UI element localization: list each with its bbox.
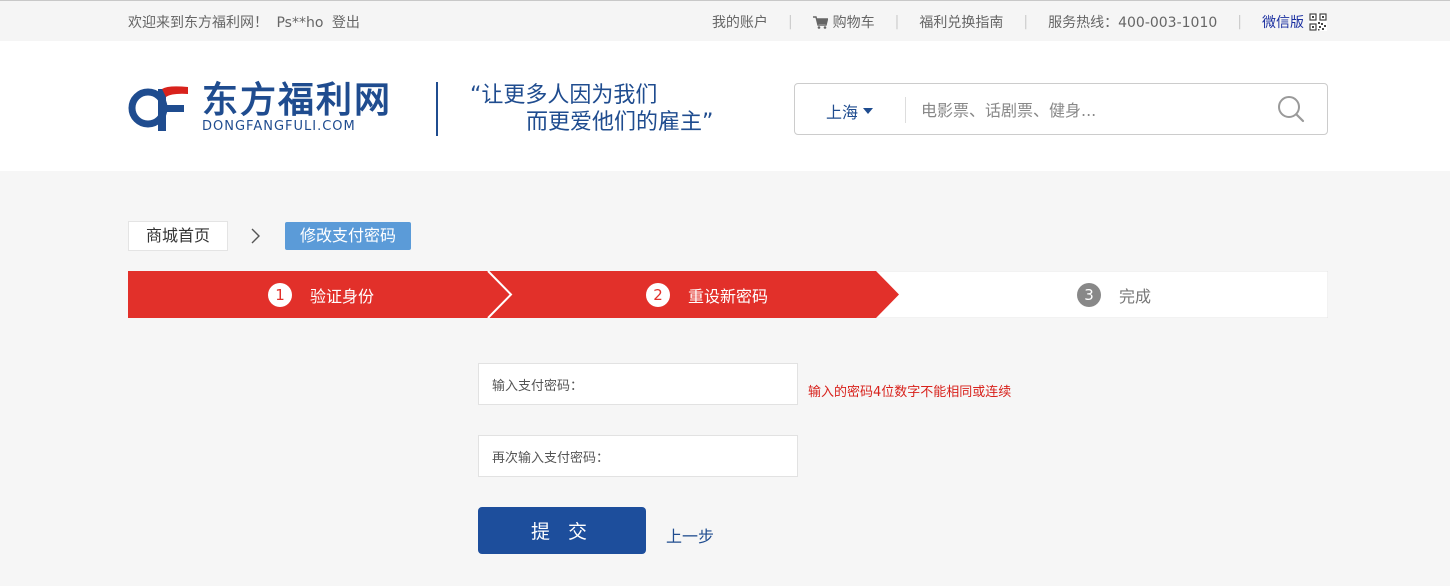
logout-link[interactable]: 登出 xyxy=(332,15,360,31)
guide-link[interactable]: 福利兑换指南 xyxy=(919,12,1003,32)
search-input[interactable] xyxy=(921,98,1261,122)
divider: | xyxy=(1237,14,1242,30)
cart-icon xyxy=(812,15,828,29)
step-3: 3 完成 xyxy=(1077,271,1151,318)
wechat-label: 微信版 xyxy=(1262,15,1304,31)
pay-password-label: 输入支付密码： xyxy=(492,378,584,394)
top-nav: 我的账户 | 购物车 | 福利兑换指南 | 服务热线：400-003-1010 … xyxy=(712,12,1327,32)
search-box: 上海 xyxy=(794,83,1328,135)
step-2-number: 2 xyxy=(646,282,670,307)
confirm-password-label: 再次输入支付密码： xyxy=(492,450,610,466)
confirm-password-field[interactable]: 再次输入支付密码： xyxy=(478,435,798,477)
hotline-text: 服务热线：400-003-1010 xyxy=(1048,15,1218,31)
progress-steps: 1 验证身份 2 重设新密码 3 完成 xyxy=(128,271,1328,318)
site-header: 东方福利网 DONGFANGFULI.COM “让更多人因为我们 而更爱他们的雇… xyxy=(0,41,1450,171)
city-selector[interactable]: 上海 xyxy=(826,99,874,123)
password-hint: 输入的密码4位数字不能相同或连续 xyxy=(808,385,1012,400)
breadcrumb-current: 修改支付密码 xyxy=(285,222,411,250)
chevron-right-icon xyxy=(251,228,260,244)
slogan: “让更多人因为我们 而更爱他们的雇主” xyxy=(470,82,713,136)
qr-code-icon xyxy=(1309,13,1327,31)
cart-link[interactable]: 购物车 xyxy=(812,12,875,32)
step-1-number: 1 xyxy=(268,282,292,307)
confirm-password-input[interactable] xyxy=(613,441,797,471)
slogan-line-2: 而更爱他们的雇主” xyxy=(526,110,714,135)
caret-down-icon xyxy=(863,108,874,114)
site-logo[interactable]: 东方福利网 DONGFANGFULI.COM xyxy=(128,82,392,134)
step-3-label: 完成 xyxy=(1119,286,1152,306)
step-1-label: 验证身份 xyxy=(310,286,375,306)
step-2: 2 重设新密码 xyxy=(646,271,768,318)
wechat-link[interactable]: 微信版 xyxy=(1262,12,1327,32)
city-label: 上海 xyxy=(826,103,859,122)
search-divider xyxy=(905,97,906,123)
submit-button[interactable]: 提 交 xyxy=(478,507,646,554)
breadcrumb-home[interactable]: 商城首页 xyxy=(128,221,228,251)
logo-en: DONGFANGFULI.COM xyxy=(202,119,356,134)
step-2-label: 重设新密码 xyxy=(688,286,769,306)
cart-label: 购物车 xyxy=(832,15,875,31)
logo-mark-icon xyxy=(128,86,188,131)
pay-password-field[interactable]: 输入支付密码： xyxy=(478,363,798,405)
divider: | xyxy=(1023,14,1029,30)
step-1: 1 验证身份 xyxy=(268,271,374,318)
step-3-number: 3 xyxy=(1077,282,1101,307)
divider: | xyxy=(787,14,793,30)
my-account-link[interactable]: 我的账户 xyxy=(712,12,768,32)
pay-password-input[interactable] xyxy=(587,369,797,399)
welcome-text: 欢迎来到东方福利网！ xyxy=(128,15,268,31)
logo-text: 东方福利网 DONGFANGFULI.COM xyxy=(202,82,392,134)
welcome-area: 欢迎来到东方福利网！ Ps**ho 登出 xyxy=(128,12,364,32)
previous-step-link[interactable]: 上一步 xyxy=(666,523,714,547)
divider: | xyxy=(894,14,900,30)
logo-cn: 东方福利网 xyxy=(202,80,393,121)
header-divider xyxy=(436,82,438,136)
top-bar: 欢迎来到东方福利网！ Ps**ho 登出 我的账户 | 购物车 | 福利兑换指南… xyxy=(0,0,1450,41)
username[interactable]: Ps**ho xyxy=(276,15,323,31)
slogan-line-1: “让更多人因为我们 xyxy=(470,83,658,108)
search-icon[interactable] xyxy=(1277,95,1305,123)
